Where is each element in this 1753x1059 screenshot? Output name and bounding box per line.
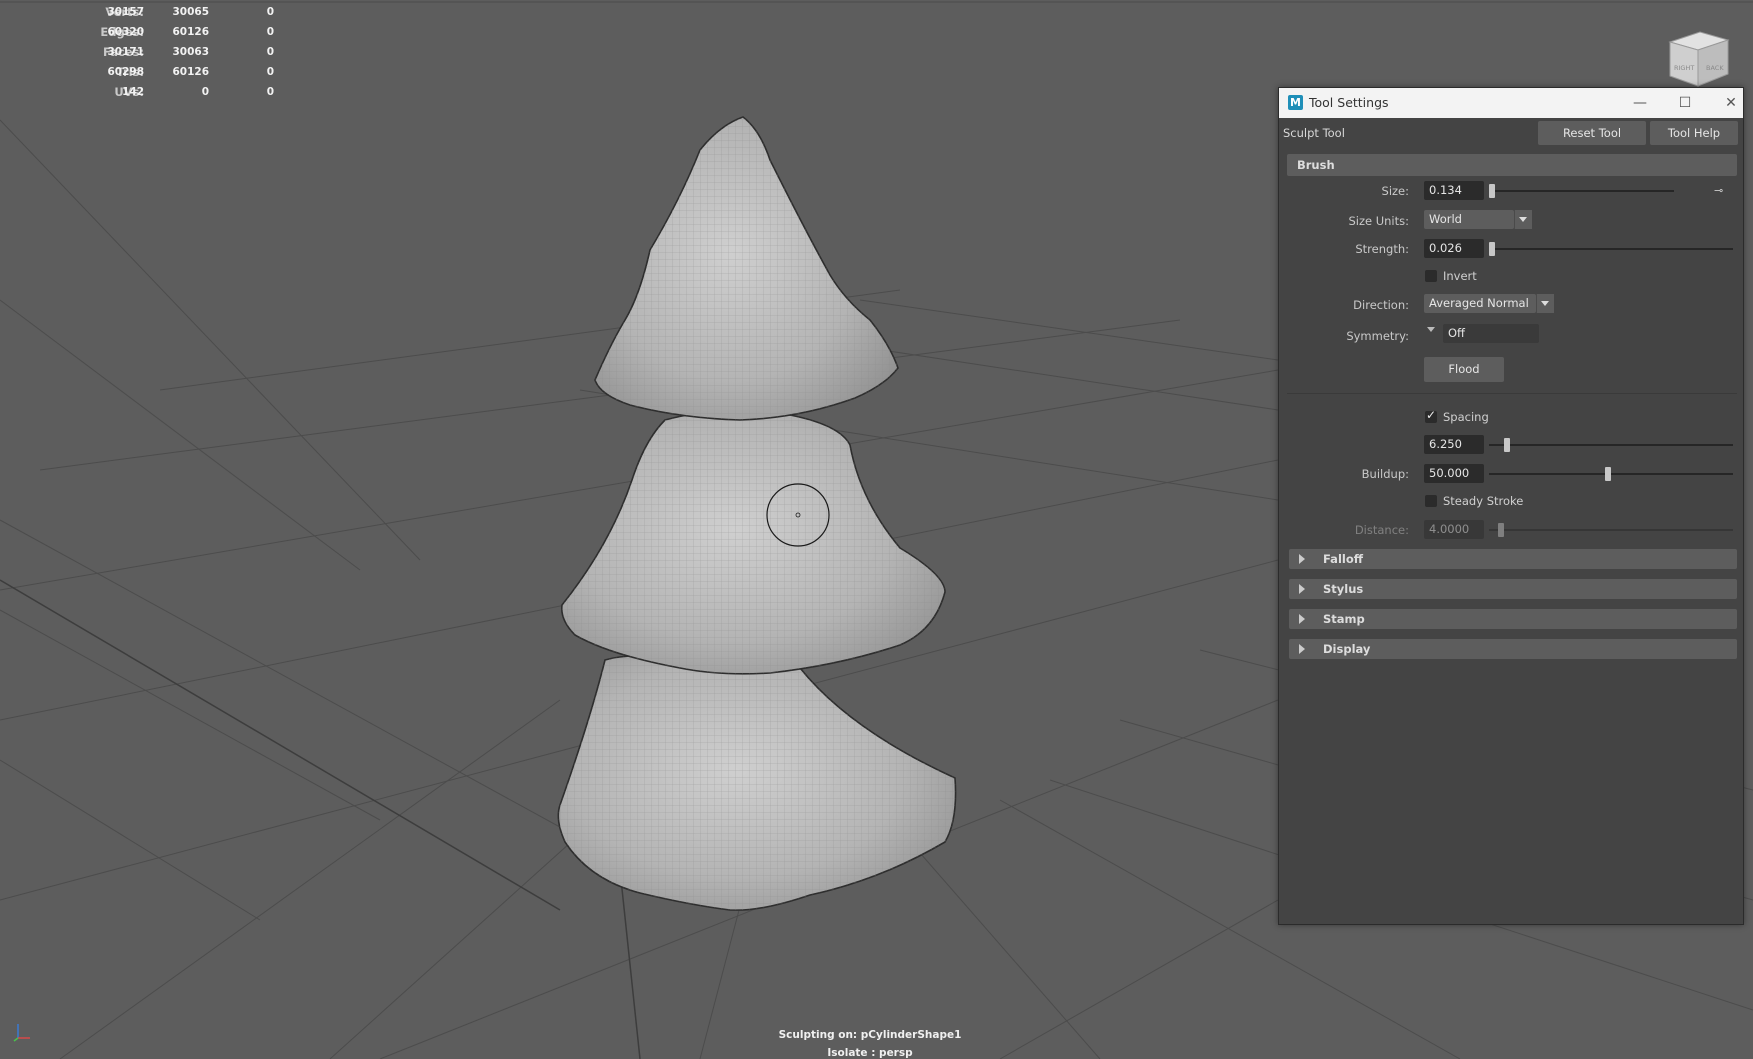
symmetry-field[interactable]: Off <box>1443 324 1539 343</box>
hud-value: 142 <box>122 86 144 98</box>
falloff-section-header[interactable]: Falloff <box>1289 549 1737 569</box>
spacing-slider-thumb[interactable] <box>1504 438 1510 452</box>
invert-label: Invert <box>1443 269 1477 283</box>
spacing-slider-track[interactable] <box>1489 444 1733 446</box>
hud-value: 0 <box>266 66 274 78</box>
expand-arrow-icon <box>1299 584 1305 594</box>
distance-label: Distance: <box>1354 523 1409 537</box>
spacing-label: Spacing <box>1443 410 1489 424</box>
view-cube[interactable]: RIGHT BACK <box>1662 28 1732 90</box>
buildup-field[interactable]: 50.000 <box>1424 464 1484 483</box>
size-units-dropdown[interactable]: World <box>1424 210 1514 229</box>
hud-value: 60126 <box>172 26 209 38</box>
hud-value: 0 <box>266 6 274 18</box>
section-label: Falloff <box>1323 552 1364 566</box>
section-divider <box>1287 393 1737 394</box>
size-label: Size: <box>1381 184 1409 198</box>
distance-field: 4.0000 <box>1424 520 1484 539</box>
distance-slider-track <box>1489 529 1733 531</box>
brush-section-header[interactable]: Brush <box>1287 154 1737 176</box>
maya-app-icon: M <box>1288 95 1303 110</box>
hud-value: 30063 <box>172 46 209 58</box>
buildup-slider-track[interactable] <box>1489 473 1733 475</box>
window-title: Tool Settings <box>1309 95 1389 110</box>
chevron-down-icon[interactable] <box>1536 294 1554 313</box>
hud-value: 30065 <box>172 6 209 18</box>
hud-value: 60126 <box>172 66 209 78</box>
hud-value: 0 <box>201 86 209 98</box>
tool-name: Sculpt Tool <box>1283 126 1345 140</box>
tool-help-button[interactable]: Tool Help <box>1650 121 1738 145</box>
hud-value: 30157 <box>107 6 144 18</box>
hud-row-faces: Faces: 30171 30063 0 <box>14 42 274 62</box>
hud-row-uvs: UVs: 142 0 0 <box>14 82 274 102</box>
spacing-checkbox[interactable] <box>1425 408 1437 423</box>
flood-button[interactable]: Flood <box>1424 357 1504 382</box>
brush-section-label: Brush <box>1297 158 1335 172</box>
strength-label: Strength: <box>1355 242 1409 256</box>
hud-row-verts: Verts: 30157 30065 0 <box>14 2 274 22</box>
hud-value: 0 <box>266 26 274 38</box>
poly-count-hud: Verts: 30157 30065 0 Edges: 60320 60126 … <box>14 2 274 102</box>
chevron-down-icon[interactable] <box>1514 210 1532 229</box>
steady-stroke-label: Steady Stroke <box>1443 494 1524 508</box>
strength-field[interactable]: 0.026 <box>1424 239 1484 258</box>
spacing-field[interactable]: 6.250 <box>1424 435 1484 454</box>
symmetry-label: Symmetry: <box>1346 329 1409 343</box>
buildup-label: Buildup: <box>1361 467 1409 481</box>
strength-slider-thumb[interactable] <box>1489 242 1495 256</box>
hud-value: 0 <box>266 46 274 58</box>
viewcube-face-back: BACK <box>1706 64 1724 72</box>
reset-tool-button[interactable]: Reset Tool <box>1538 121 1646 145</box>
display-section-header[interactable]: Display <box>1289 639 1737 659</box>
expand-arrow-icon <box>1299 644 1305 654</box>
invert-checkbox[interactable] <box>1425 270 1437 282</box>
viewcube-face-right: RIGHT <box>1674 64 1694 72</box>
sculpt-status-text: Sculpting on: pCylinderShape1 <box>778 1029 962 1041</box>
close-icon[interactable]: ✕ <box>1716 92 1746 114</box>
symmetry-menu-icon[interactable] <box>1427 327 1435 332</box>
hud-value: 60320 <box>107 26 144 38</box>
expand-arrow-icon <box>1299 614 1305 624</box>
hud-row-edges: Edges: 60320 60126 0 <box>14 22 274 42</box>
tool-settings-window[interactable]: M Tool Settings — ☐ ✕ Sculpt Tool Reset … <box>1278 87 1744 925</box>
isolate-status-text: Isolate : persp <box>827 1047 913 1059</box>
minimize-icon[interactable]: — <box>1625 92 1655 114</box>
stamp-section-header[interactable]: Stamp <box>1289 609 1737 629</box>
steady-stroke-checkbox[interactable] <box>1425 495 1437 507</box>
hud-value: 30171 <box>107 46 144 58</box>
hud-value: 0 <box>266 86 274 98</box>
size-pin-icon[interactable]: ⊸ <box>1714 184 1723 197</box>
tree-mesh <box>557 116 957 912</box>
buildup-slider-thumb[interactable] <box>1605 467 1611 481</box>
maximize-icon[interactable]: ☐ <box>1670 92 1700 114</box>
size-slider-track[interactable] <box>1489 190 1674 192</box>
section-label: Stylus <box>1323 582 1364 596</box>
hud-row-tris: Tris: 60298 60126 0 <box>14 62 274 82</box>
size-units-label: Size Units: <box>1348 214 1409 228</box>
strength-slider-track[interactable] <box>1489 248 1733 250</box>
size-field[interactable]: 0.134 <box>1424 181 1484 200</box>
direction-dropdown[interactable]: Averaged Normal <box>1424 294 1536 313</box>
direction-label: Direction: <box>1353 298 1409 312</box>
hud-value: 60298 <box>107 66 144 78</box>
section-label: Display <box>1323 642 1371 656</box>
expand-arrow-icon <box>1299 554 1305 564</box>
stylus-section-header[interactable]: Stylus <box>1289 579 1737 599</box>
distance-slider-thumb <box>1498 523 1504 537</box>
size-slider-thumb[interactable] <box>1489 184 1495 198</box>
window-titlebar[interactable]: M Tool Settings — ☐ ✕ <box>1279 88 1743 118</box>
section-label: Stamp <box>1323 612 1365 626</box>
